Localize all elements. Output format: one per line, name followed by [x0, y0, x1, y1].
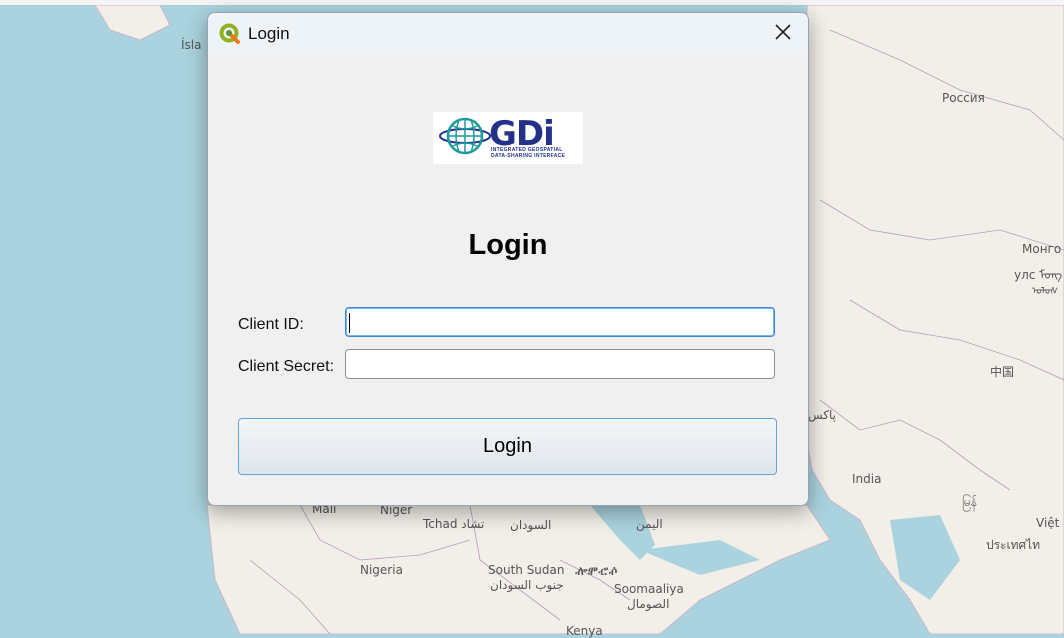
- map-label-somalia-ar: الصومال: [627, 597, 670, 611]
- map-label-kenya: Kenya: [566, 624, 603, 638]
- globe-icon: [439, 114, 491, 163]
- logo-subtitle: INTEGRATED GEOSPATIAL DATA-SHARING INTER…: [491, 147, 566, 159]
- map-label-thailand: ประเทศไท: [986, 538, 1041, 552]
- map-label-sudan: السودان: [510, 518, 552, 532]
- dialog-title: Login: [248, 24, 290, 43]
- map-label-nigeria: Nigeria: [360, 563, 403, 577]
- map-label-somalia: Soomaaliya: [614, 582, 684, 596]
- map-label-south-sudan-ar: جنوب السودان: [490, 578, 564, 592]
- gdi-logo: GDi INTEGRATED GEOSPATIAL DATA-SHARING I…: [433, 112, 583, 164]
- map-label-mongolia-script-2: ᠣᠯᠣᠰ: [1032, 286, 1059, 297]
- map-label-myanmar: မြန်: [962, 495, 978, 509]
- map-label-china: 中国: [990, 365, 1015, 379]
- map-label-yemen: اليمن: [636, 517, 663, 531]
- map-label-russia: Россия: [942, 91, 985, 105]
- map-label-tchad: Tchad تشاد: [423, 517, 485, 531]
- map-top-strip: [0, 0, 1064, 5]
- text-caret: [349, 313, 350, 333]
- login-heading: Login: [468, 229, 548, 261]
- client-id-label: Client ID:: [238, 316, 304, 333]
- map-label-vietnam: Việt: [1036, 516, 1060, 530]
- close-icon: [774, 23, 792, 46]
- map-label-south-sudan-ethiopic: ⶀⶁⶂⶃ: [575, 564, 618, 578]
- map-label-mongolia: Монго: [1022, 242, 1062, 256]
- client-secret-label: Client Secret:: [238, 358, 335, 375]
- login-dialog: Login GDi INTEGRATED GEOSPATIAL DATA-SHA…: [207, 12, 809, 506]
- qgis-icon: [219, 23, 241, 45]
- dialog-titlebar[interactable]: Login: [208, 13, 808, 55]
- client-secret-input[interactable]: [345, 349, 775, 379]
- map-label-iceland: Ísla: [181, 38, 202, 52]
- map-label-india: India: [852, 472, 882, 486]
- map-label-pakistan: پاکس: [808, 408, 837, 422]
- map-label-south-sudan: South Sudan: [488, 563, 565, 577]
- close-button[interactable]: [758, 13, 808, 55]
- login-button[interactable]: Login: [238, 418, 777, 475]
- client-id-input[interactable]: [345, 307, 775, 337]
